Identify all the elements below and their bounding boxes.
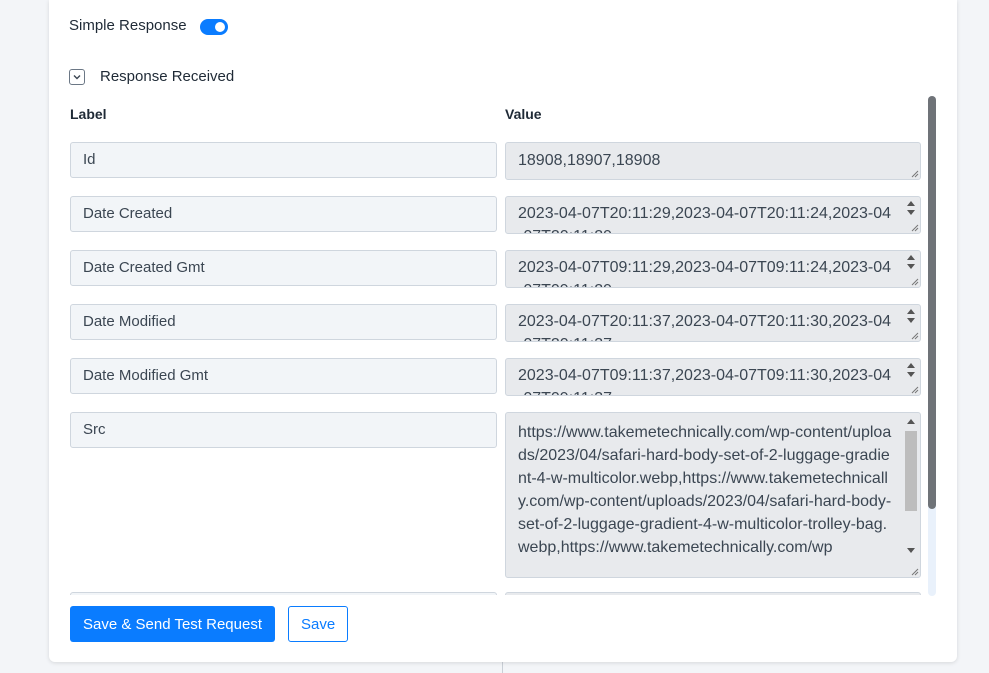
main-scrollbar-thumb[interactable] <box>928 96 936 509</box>
field-value-textarea[interactable]: https://www.takemetechnically.com/wp-con… <box>505 412 921 578</box>
field-value-textarea[interactable]: 2023-04-07T20:11:37,2023-04-07T20:11:30,… <box>505 304 921 342</box>
field-value-text: 2023-04-07T09:11:29,2023-04-07T09:11:24,… <box>518 259 892 287</box>
response-received-header[interactable]: Response Received <box>69 67 234 85</box>
footer-actions: Save & Send Test Request Save <box>70 606 349 642</box>
field-value-text: 2023-04-07T20:11:29,2023-04-07T20:11:24,… <box>518 205 892 233</box>
simple-response-label: Simple Response <box>69 17 187 34</box>
save-button[interactable]: Save <box>288 606 349 642</box>
section-title: Response Received <box>100 67 235 85</box>
field-label-input[interactable]: Src <box>70 412 497 448</box>
scroll-down-icon[interactable] <box>907 318 915 323</box>
field-value-text: 18908,18907,18908 <box>518 152 661 169</box>
scroll-up-icon[interactable] <box>907 309 915 314</box>
scroll-up-icon[interactable] <box>907 255 915 260</box>
field-value-text: 2023-04-07T09:11:37,2023-04-07T09:11:30,… <box>518 367 892 395</box>
scroll-down-icon[interactable] <box>907 264 915 269</box>
scroll-up-icon[interactable] <box>907 201 915 206</box>
response-card: Simple Response Response Received Label … <box>49 0 957 662</box>
resize-grip-icon[interactable] <box>911 278 919 286</box>
field-label-input[interactable]: Date Created Gmt <box>70 250 497 286</box>
resize-grip-icon[interactable] <box>911 568 919 576</box>
value-column-header: Value <box>505 106 542 122</box>
field-value-textarea[interactable]: 18908,18907,18908 <box>505 142 921 180</box>
field-value-textarea[interactable]: 2023-04-07T09:11:29,2023-04-07T09:11:24,… <box>505 250 921 288</box>
scroll-up-icon[interactable] <box>907 419 915 424</box>
field-label-input[interactable]: Date Created <box>70 196 497 232</box>
scroll-down-icon[interactable] <box>907 210 915 215</box>
toggle-knob <box>214 22 225 32</box>
simple-response-toggle[interactable] <box>199 19 228 35</box>
field-value-text: 2023-04-07T20:11:37,2023-04-07T20:11:30,… <box>518 313 892 341</box>
resize-grip-icon[interactable] <box>911 224 919 232</box>
simple-response-row: Simple Response <box>69 16 228 35</box>
textarea-scrollbar[interactable] <box>904 415 918 575</box>
label-column-header: Label <box>70 106 107 122</box>
field-label-input[interactable]: Id <box>70 142 497 178</box>
chevron-down-icon[interactable] <box>69 69 85 85</box>
resize-grip-icon[interactable] <box>911 170 919 178</box>
resize-grip-icon[interactable] <box>911 386 919 394</box>
field-value-textarea[interactable] <box>505 592 921 595</box>
field-value-textarea[interactable]: 2023-04-07T20:11:29,2023-04-07T20:11:24,… <box>505 196 921 234</box>
scrollbar-thumb[interactable] <box>905 431 917 511</box>
scroll-up-icon[interactable] <box>907 363 915 368</box>
save-send-test-button[interactable]: Save & Send Test Request <box>70 606 276 642</box>
fields-list[interactable]: Id 18908,18907,18908 Date Created 2023-0… <box>49 138 957 595</box>
scroll-down-icon[interactable] <box>907 548 915 553</box>
field-label-input[interactable]: Date Modified <box>70 304 497 340</box>
field-label-input[interactable]: Date Modified Gmt <box>70 358 497 394</box>
resize-grip-icon[interactable] <box>911 332 919 340</box>
main-scrollbar[interactable] <box>928 96 936 596</box>
field-value-text: https://www.takemetechnically.com/wp-con… <box>518 424 892 556</box>
field-label-input[interactable] <box>70 592 497 595</box>
scroll-down-icon[interactable] <box>907 372 915 377</box>
field-value-textarea[interactable]: 2023-04-07T09:11:37,2023-04-07T09:11:30,… <box>505 358 921 396</box>
